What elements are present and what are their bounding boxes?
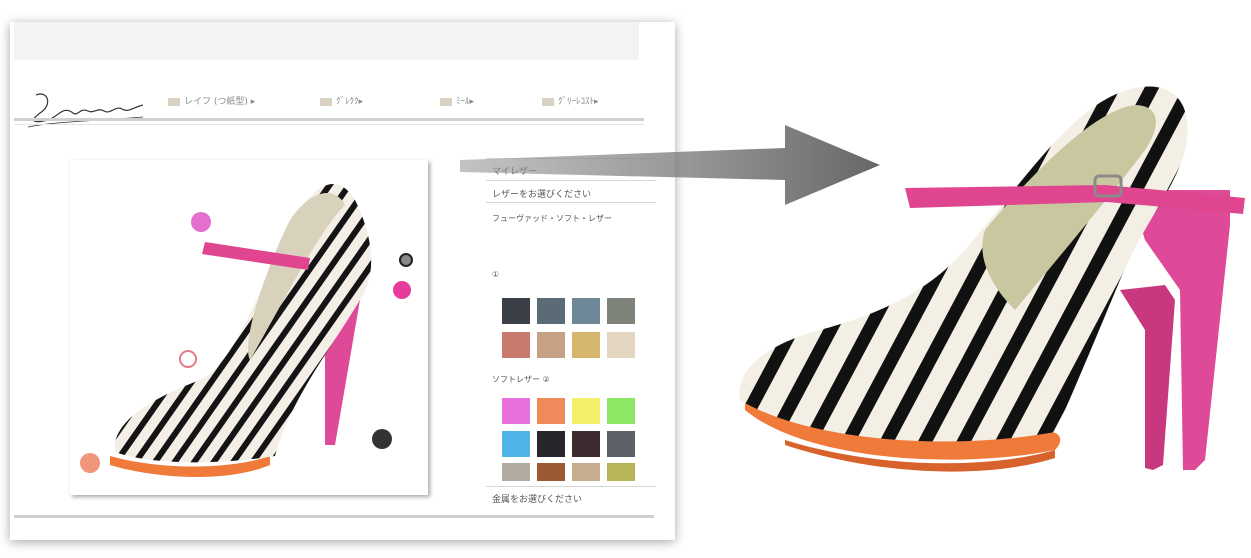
swatch[interactable] xyxy=(502,431,530,457)
nav-item-4[interactable]: ｸﾞﾘｰﾚｺｽﾄ▸ xyxy=(542,94,599,107)
swatch[interactable] xyxy=(572,463,600,481)
panel-divider xyxy=(486,486,656,487)
main-nav: レイフ (つ紙型) ▸ ｸﾞﾚｸｸ▸ ﾐｰﾙ▸ ｸﾞﾘｰﾚｺｽﾄ▸ xyxy=(150,90,650,116)
footer-divider xyxy=(14,515,654,518)
swatch[interactable] xyxy=(572,298,600,324)
nav-item-3[interactable]: ﾐｰﾙ▸ xyxy=(440,94,474,107)
swatch[interactable] xyxy=(607,431,635,457)
swatch[interactable] xyxy=(537,463,565,481)
swatch[interactable] xyxy=(607,332,635,358)
swatch[interactable] xyxy=(572,431,600,457)
swatch[interactable] xyxy=(607,463,635,481)
swatch[interactable] xyxy=(607,298,635,324)
nav-item-label: レイフ (つ紙型) ▸ xyxy=(184,97,256,107)
nav-item-1[interactable]: レイフ (つ紙型) ▸ xyxy=(168,94,255,107)
nav-thumb-icon xyxy=(542,97,554,106)
strap-color-marker[interactable] xyxy=(191,212,211,232)
nav-item-label: ﾐｰﾙ▸ xyxy=(456,97,475,107)
nav-item-2[interactable]: ｸﾞﾚｸｸ▸ xyxy=(320,94,363,107)
swatch[interactable] xyxy=(607,398,635,424)
swatch[interactable] xyxy=(502,298,530,324)
swatch[interactable] xyxy=(502,332,530,358)
nav-item-label: ｸﾞﾘｰﾚｺｽﾄ▸ xyxy=(558,97,599,107)
nav-item-label: ｸﾞﾚｸｸ▸ xyxy=(336,97,364,107)
nav-thumb-icon xyxy=(168,97,180,106)
swatch[interactable] xyxy=(537,298,565,324)
nav-thumb-icon xyxy=(320,97,332,106)
nav-thumb-icon xyxy=(440,97,452,106)
metal-choice-label[interactable]: 金属をお選びください xyxy=(492,492,652,505)
swatch[interactable] xyxy=(537,398,565,424)
sole-color-marker[interactable] xyxy=(80,453,100,473)
swatch[interactable] xyxy=(502,463,530,481)
buckle-marker[interactable] xyxy=(399,253,413,267)
section1-number: ① xyxy=(492,270,500,279)
swatch[interactable] xyxy=(502,398,530,424)
heel-tip-marker[interactable] xyxy=(372,429,392,449)
brand-logo[interactable] xyxy=(18,85,148,135)
swatch[interactable] xyxy=(537,431,565,457)
shoe-product-image xyxy=(739,86,1245,472)
lining-color-marker[interactable] xyxy=(179,350,197,368)
swatch[interactable] xyxy=(572,398,600,424)
section2-title: ソフトレザー ② xyxy=(492,375,550,384)
heel-color-marker[interactable] xyxy=(393,281,411,299)
swatch[interactable] xyxy=(572,332,600,358)
swatch[interactable] xyxy=(537,332,565,358)
top-bar xyxy=(14,22,639,60)
